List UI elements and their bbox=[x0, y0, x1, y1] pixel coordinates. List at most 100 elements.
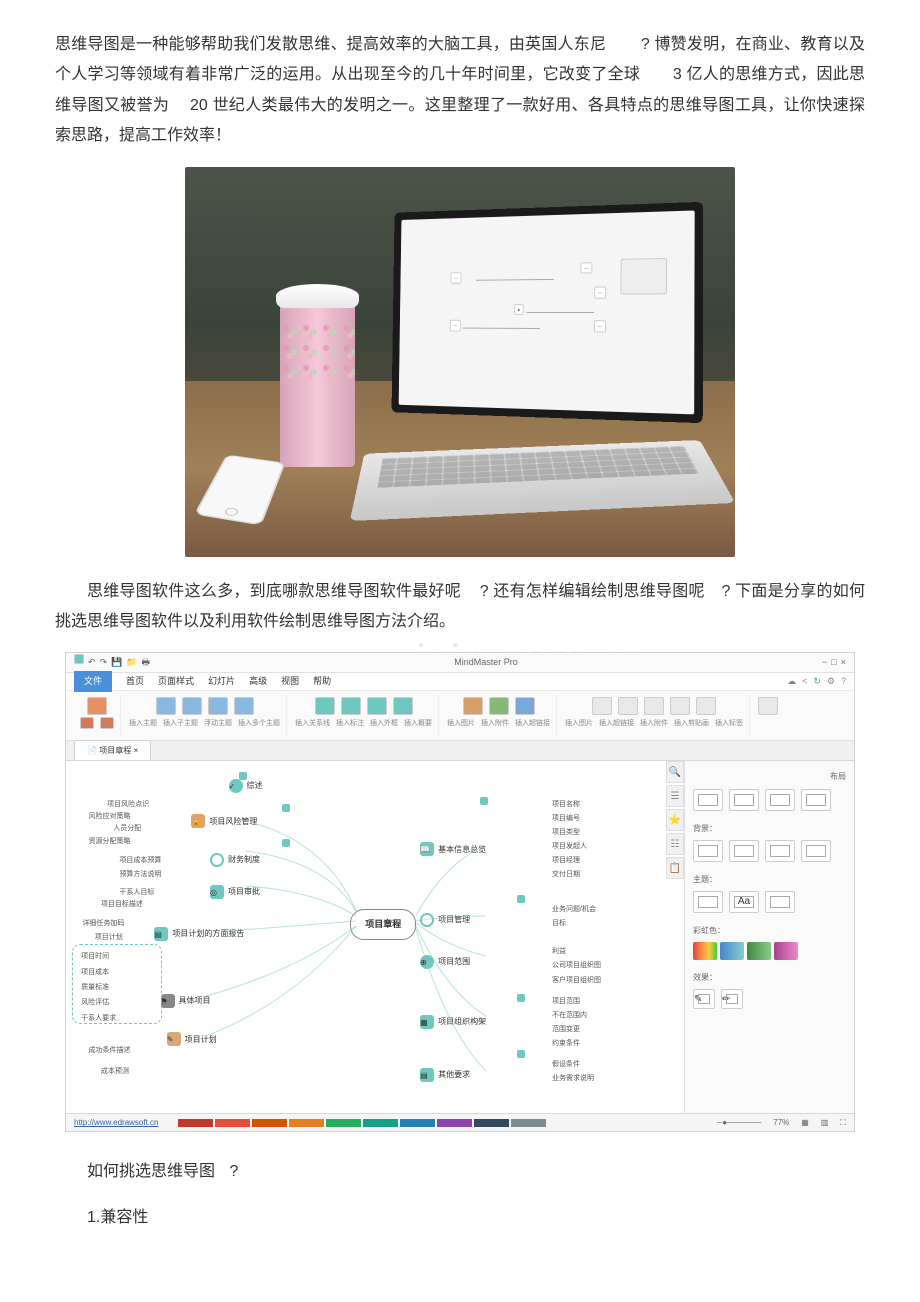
color-6[interactable] bbox=[363, 1119, 398, 1127]
theme-thumb-1[interactable] bbox=[693, 891, 723, 913]
side-panel-tab[interactable]: 布局 bbox=[693, 769, 846, 784]
rainbow-3[interactable] bbox=[747, 942, 771, 960]
mm-sub-l4[interactable]: 资源分配策略 bbox=[85, 834, 135, 849]
mm-sub-b3[interactable]: 质量标准 bbox=[77, 980, 157, 995]
menu-help[interactable]: 帮助 bbox=[313, 673, 331, 690]
attach-icon-5[interactable] bbox=[696, 697, 716, 715]
insert-subtopic-icon[interactable] bbox=[182, 697, 202, 715]
mm-branch-l6[interactable]: ✎ 项目计划 bbox=[159, 1029, 225, 1050]
mm-branch-r1[interactable]: 📖 基本信息总览 bbox=[412, 839, 494, 860]
zoom-slider[interactable]: ─●────── bbox=[717, 1115, 762, 1130]
mm-branch-r5[interactable]: ▤ 其他要求 bbox=[412, 1064, 478, 1085]
float-topic-icon[interactable] bbox=[208, 697, 228, 715]
color-4[interactable] bbox=[289, 1119, 324, 1127]
undo-icon[interactable]: ↶ bbox=[88, 654, 96, 671]
color-7[interactable] bbox=[400, 1119, 435, 1127]
status-link[interactable]: http://www.edrawsoft.cn bbox=[74, 1115, 158, 1130]
color-5[interactable] bbox=[326, 1119, 361, 1127]
menu-view[interactable]: 视图 bbox=[281, 673, 299, 690]
menu-advanced[interactable]: 高级 bbox=[249, 673, 267, 690]
bg-thumb-1[interactable] bbox=[693, 840, 723, 862]
side-tab-theme[interactable]: ☷ bbox=[666, 833, 684, 855]
attach-icon-3[interactable] bbox=[644, 697, 664, 715]
menu-file[interactable]: 文件 bbox=[74, 671, 112, 692]
mm-sub-r7[interactable]: 业务问题/机会 bbox=[548, 902, 600, 917]
rainbow-4[interactable] bbox=[774, 942, 798, 960]
bg-thumb-4[interactable] bbox=[801, 840, 831, 862]
mm-central-node[interactable]: 项目章程 bbox=[350, 909, 416, 940]
bg-thumb-2[interactable] bbox=[729, 840, 759, 862]
effect-1[interactable]: ✎ bbox=[693, 989, 715, 1009]
mm-branch-l5[interactable]: ⚑ 具体项目 bbox=[153, 990, 219, 1011]
cut-icon[interactable] bbox=[80, 717, 94, 729]
rainbow-1[interactable] bbox=[693, 942, 717, 960]
mm-sub-r17[interactable]: 业务需求说明 bbox=[548, 1071, 598, 1086]
mm-sub-r13[interactable]: 不在范围内 bbox=[548, 1008, 591, 1023]
maximize-icon[interactable]: □ bbox=[831, 654, 836, 671]
color-3[interactable] bbox=[252, 1119, 287, 1127]
rainbow-2[interactable] bbox=[720, 942, 744, 960]
color-9[interactable] bbox=[474, 1119, 509, 1127]
mm-sub-b2[interactable]: 项目成本 bbox=[77, 965, 157, 980]
mm-sub-r8[interactable]: 目标 bbox=[548, 916, 570, 931]
mm-branch-l2[interactable]: 财务制度 bbox=[202, 849, 268, 870]
folder-icon[interactable]: 📁 bbox=[126, 654, 137, 671]
mm-sub-r9[interactable]: 利益 bbox=[548, 944, 570, 959]
insert-tag-icon[interactable] bbox=[463, 697, 483, 715]
color-8[interactable] bbox=[437, 1119, 472, 1127]
mm-branch-l1[interactable]: 🔒 项目风险管理 bbox=[183, 811, 265, 832]
mm-sub-b1[interactable]: 项目时间 bbox=[77, 949, 157, 964]
mm-sub-r3[interactable]: 项目类型 bbox=[548, 825, 584, 840]
mm-branch-r4[interactable]: ▦ 项目组织构架 bbox=[412, 1011, 494, 1032]
mm-sub-l16[interactable]: 成本预测 bbox=[97, 1064, 133, 1079]
mm-sub-r11[interactable]: 客户项目组织图 bbox=[548, 973, 605, 988]
menu-pagestyle[interactable]: 页面样式 bbox=[158, 673, 194, 690]
side-tab-outline[interactable]: ☰ bbox=[666, 785, 684, 807]
insert-clipart-icon[interactable] bbox=[489, 697, 509, 715]
mm-sub-r10[interactable]: 公司项目组织图 bbox=[548, 958, 605, 973]
close-icon[interactable]: × bbox=[841, 654, 846, 671]
tab-close-icon[interactable]: × bbox=[133, 746, 138, 755]
summary-icon[interactable] bbox=[393, 697, 413, 715]
mm-sub-r6[interactable]: 交付日期 bbox=[548, 867, 584, 882]
paste-icon[interactable] bbox=[87, 697, 107, 715]
fullscreen-icon[interactable]: ⛶ bbox=[840, 1115, 846, 1130]
mm-sub-l8[interactable]: 项目目标描述 bbox=[97, 897, 147, 912]
minimize-icon[interactable]: − bbox=[822, 654, 827, 671]
boundary-icon[interactable] bbox=[367, 697, 387, 715]
mm-sub-r4[interactable]: 项目发起人 bbox=[548, 839, 591, 854]
menu-slideshow[interactable]: 幻灯片 bbox=[208, 673, 235, 690]
mm-sub-r16[interactable]: 假设条件 bbox=[548, 1057, 584, 1072]
insert-image-icon[interactable] bbox=[515, 697, 535, 715]
mm-sub-l10[interactable]: 项目计划 bbox=[91, 930, 127, 945]
attach-icon-2[interactable] bbox=[618, 697, 638, 715]
copy-icon[interactable] bbox=[100, 717, 114, 729]
insert-multi-icon[interactable] bbox=[234, 697, 254, 715]
save-icon[interactable]: 💾 bbox=[111, 654, 122, 671]
mm-sub-b5[interactable]: 干系人要求 bbox=[77, 1011, 157, 1026]
theme-font[interactable]: Aa bbox=[729, 891, 759, 913]
mm-sub-b4[interactable]: 风险评估 bbox=[77, 995, 157, 1010]
redo-icon[interactable]: ↷ bbox=[100, 654, 108, 671]
mm-sub-r5[interactable]: 项目经理 bbox=[548, 853, 584, 868]
mm-branch-r3[interactable]: ⊕ 项目范围 bbox=[412, 951, 478, 972]
bg-thumb-3[interactable] bbox=[765, 840, 795, 862]
mm-sub-r15[interactable]: 约束条件 bbox=[548, 1036, 584, 1051]
mm-sub-l15[interactable]: 成功条件描述 bbox=[85, 1043, 135, 1058]
side-tab-style[interactable]: ⭐ bbox=[666, 809, 684, 831]
layout-thumb-2[interactable] bbox=[729, 789, 759, 811]
share-icon[interactable]: < bbox=[802, 673, 807, 690]
mm-sub-r14[interactable]: 范围变更 bbox=[548, 1022, 584, 1037]
print-icon[interactable]: 🖶 bbox=[142, 654, 151, 671]
menu-home[interactable]: 首页 bbox=[126, 673, 144, 690]
color-10[interactable] bbox=[511, 1119, 546, 1127]
mm-boundary-box[interactable]: 项目时间 项目成本 质量标准 风险评估 干系人要求 bbox=[72, 944, 162, 1024]
theme-thumb-3[interactable] bbox=[765, 891, 795, 913]
layout-thumb-1[interactable] bbox=[693, 789, 723, 811]
side-tab-icon[interactable]: 📋 bbox=[666, 857, 684, 879]
sync-icon[interactable]: ↻ bbox=[813, 673, 821, 690]
more-icon[interactable] bbox=[758, 697, 778, 715]
relation-line-icon[interactable] bbox=[315, 697, 335, 715]
mm-sub-l5[interactable]: 项目成本预算 bbox=[115, 853, 165, 868]
mm-sub-l9[interactable]: 详细任务加码 bbox=[78, 916, 128, 931]
